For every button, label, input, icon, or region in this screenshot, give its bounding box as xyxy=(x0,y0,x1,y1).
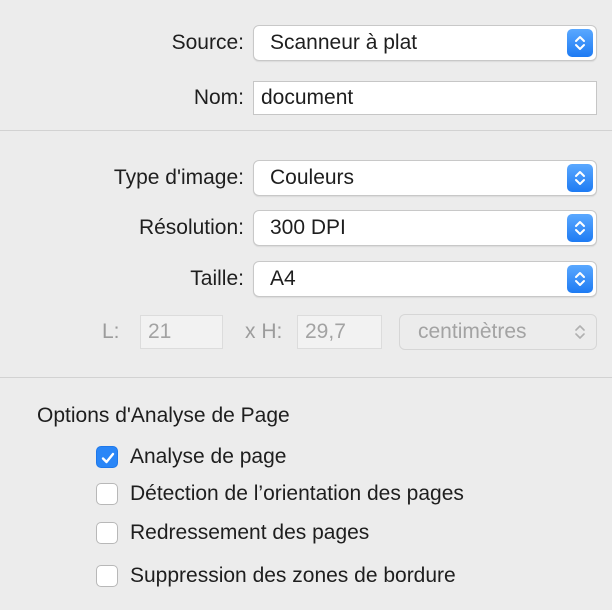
image-type-value: Couleurs xyxy=(270,166,355,189)
unit-value: centimètres xyxy=(418,320,527,343)
checkbox-checked[interactable] xyxy=(96,446,118,468)
checkbox-unchecked[interactable] xyxy=(96,483,118,505)
name-label: Nom: xyxy=(193,86,244,109)
dimensions-row: L: x H: centimètres xyxy=(0,314,612,350)
size-label: Taille: xyxy=(190,267,244,290)
option-orientation-detection[interactable]: Détection de l’orientation des pages xyxy=(96,479,576,509)
chevron-updown-icon xyxy=(567,214,593,242)
scan-settings-panel: Source: Scanneur à plat Nom: Type d'imag… xyxy=(0,0,612,610)
divider xyxy=(0,377,612,378)
source-popup[interactable]: Scanneur à plat xyxy=(253,25,597,61)
height-label: x H: xyxy=(245,320,283,343)
option-page-deskew[interactable]: Redressement des pages xyxy=(96,518,576,548)
resolution-popup[interactable]: 300 DPI xyxy=(253,210,597,246)
size-value: A4 xyxy=(270,267,296,290)
width-label: L: xyxy=(102,320,120,343)
resolution-value: 300 DPI xyxy=(270,216,346,239)
width-field[interactable] xyxy=(140,315,223,349)
chevron-updown-icon xyxy=(567,265,593,293)
size-row: Taille: A4 xyxy=(0,261,612,297)
source-row: Source: Scanneur à plat xyxy=(0,25,612,61)
height-field[interactable] xyxy=(297,315,382,349)
chevron-updown-icon xyxy=(567,318,593,346)
name-field[interactable] xyxy=(253,81,597,115)
option-label: Détection de l’orientation des pages xyxy=(130,482,464,505)
chevron-updown-icon xyxy=(567,164,593,192)
name-row: Nom: xyxy=(0,80,612,116)
resolution-row: Résolution: 300 DPI xyxy=(0,210,612,246)
option-label: Redressement des pages xyxy=(130,521,370,544)
checkbox-unchecked[interactable] xyxy=(96,522,118,544)
page-analysis-title: Options d'Analyse de Page xyxy=(37,404,290,427)
image-type-label: Type d'image: xyxy=(113,166,244,189)
option-label: Analyse de page xyxy=(130,445,287,468)
unit-popup[interactable]: centimètres xyxy=(399,314,597,350)
option-border-removal[interactable]: Suppression des zones de bordure xyxy=(96,561,576,591)
image-type-row: Type d'image: Couleurs xyxy=(0,160,612,196)
image-type-popup[interactable]: Couleurs xyxy=(253,160,597,196)
source-value: Scanneur à plat xyxy=(270,31,418,54)
checkbox-unchecked[interactable] xyxy=(96,565,118,587)
divider xyxy=(0,130,612,131)
chevron-updown-icon xyxy=(567,29,593,57)
size-popup[interactable]: A4 xyxy=(253,261,597,297)
resolution-label: Résolution: xyxy=(138,216,244,239)
source-label: Source: xyxy=(171,31,244,54)
option-page-analysis[interactable]: Analyse de page xyxy=(96,442,576,472)
option-label: Suppression des zones de bordure xyxy=(130,564,456,587)
